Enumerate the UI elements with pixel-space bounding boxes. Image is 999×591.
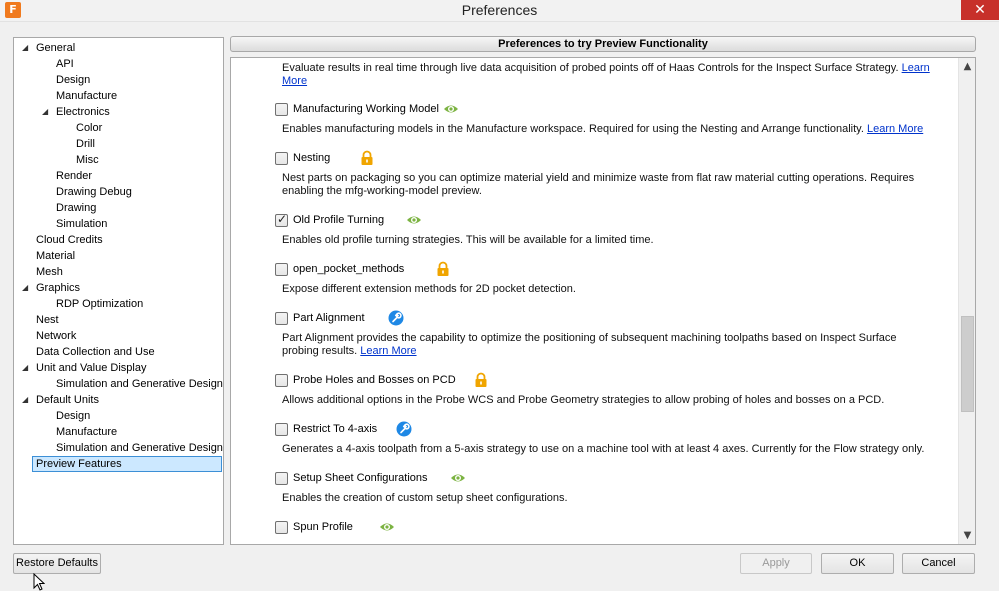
tree-item[interactable]: Render (56, 168, 92, 184)
lock-icon (435, 261, 451, 277)
feature-checkbox[interactable] (275, 312, 288, 325)
tree-expand-icon[interactable]: ◢ (22, 40, 32, 56)
tree-item[interactable]: Design (56, 72, 90, 88)
tree-item[interactable]: Simulation and Generative Design (56, 440, 223, 456)
feature-description-text: Allows additional options in the Probe W… (282, 394, 885, 406)
tree-item[interactable]: Default Units (36, 392, 99, 408)
feature-description-text: Expose different extension methods for 2… (282, 283, 576, 295)
tree-item[interactable]: Drawing (56, 200, 96, 216)
feature-description: Enables manufacturing models in the Manu… (282, 123, 932, 136)
eye-icon (450, 470, 466, 486)
feature-checkbox[interactable] (275, 152, 288, 165)
feature-label[interactable]: Spun Profile (293, 521, 353, 533)
tree-item[interactable]: Mesh (36, 264, 63, 280)
learn-more-link[interactable]: Learn More (867, 123, 923, 135)
feature-checkbox[interactable] (275, 521, 288, 534)
top-description-text: Evaluate results in real time through li… (282, 62, 899, 74)
feature-description-text: Enables manufacturing models in the Manu… (282, 123, 864, 135)
feature-description: Allows additional options in the Probe W… (282, 394, 932, 407)
tree-item[interactable]: Nest (36, 312, 59, 328)
tree-item[interactable]: RDP Optimization (56, 296, 143, 312)
learn-more-link[interactable]: Learn More (360, 345, 416, 357)
feature-description-text: Generates a 4-axis toolpath from a 5-axi… (282, 443, 925, 455)
vertical-scrollbar[interactable]: ▲ ▼ (958, 58, 975, 544)
tree-item[interactable]: Material (36, 248, 75, 264)
eye-icon (406, 212, 422, 228)
restore-defaults-button[interactable]: Restore Defaults (13, 553, 101, 574)
eye-icon (443, 101, 459, 117)
apply-button[interactable]: Apply (740, 553, 812, 574)
feature-description-text: Enables the creation of custom setup she… (282, 492, 568, 504)
feature-label[interactable]: Nesting (293, 152, 330, 164)
tree-item[interactable]: Unit and Value Display (36, 360, 146, 376)
wrench-icon (396, 421, 412, 437)
tree-expand-icon[interactable]: ◢ (22, 280, 32, 296)
feature-label[interactable]: Probe Holes and Bosses on PCD (293, 374, 456, 386)
cancel-button[interactable]: Cancel (902, 553, 975, 574)
top-description: Evaluate results in real time through li… (282, 62, 932, 88)
feature-label[interactable]: open_pocket_methods (293, 263, 404, 275)
feature-checkbox[interactable] (275, 423, 288, 436)
tree-item[interactable]: Misc (76, 152, 99, 168)
feature-checkbox[interactable] (275, 103, 288, 116)
feature-label[interactable]: Part Alignment (293, 312, 365, 324)
tree-item[interactable]: Cloud Credits (36, 232, 103, 248)
feature-description: Enables old profile turning strategies. … (282, 234, 932, 247)
tree-expand-icon[interactable]: ◢ (42, 104, 52, 120)
wrench-icon (388, 310, 404, 326)
feature-label[interactable]: Setup Sheet Configurations (293, 472, 428, 484)
feature-description: Part Alignment provides the capability t… (282, 332, 932, 358)
feature-label[interactable]: Manufacturing Working Model (293, 103, 439, 115)
mouse-cursor-icon (33, 573, 45, 591)
tree-item[interactable]: General (36, 40, 75, 56)
ok-button[interactable]: OK (821, 553, 894, 574)
close-button[interactable]: ✕ (961, 0, 999, 20)
scroll-down-icon[interactable]: ▼ (959, 527, 975, 544)
eye-icon (379, 519, 395, 535)
lock-icon (473, 372, 489, 388)
feature-description-text: Nest parts on packaging so you can optim… (282, 172, 915, 197)
section-header: Preferences to try Preview Functionality (230, 36, 976, 52)
feature-description-text: Enables old profile turning strategies. … (282, 234, 654, 246)
tree-item[interactable]: Drill (76, 136, 95, 152)
window-title: Preferences (461, 2, 538, 18)
feature-checkbox[interactable] (275, 374, 288, 387)
title-bar: F Preferences ✕ (0, 0, 999, 22)
preferences-tree: ◢ General API Design Manufacture ◢ Electronics… (13, 37, 224, 545)
tree-item[interactable]: Simulation and Generative Design (56, 376, 223, 392)
feature-description: Nest parts on packaging so you can optim… (282, 172, 932, 198)
feature-checkbox[interactable] (275, 212, 288, 227)
lock-icon (359, 150, 375, 166)
tree-item[interactable]: Network (36, 328, 76, 344)
tree-item[interactable]: Manufacture (56, 88, 117, 104)
tree-item[interactable]: Data Collection and Use (36, 344, 155, 360)
feature-description: Generates a 4-axis toolpath from a 5-axi… (282, 443, 932, 456)
tree-item[interactable]: Graphics (36, 280, 80, 296)
feature-description: Expose different extension methods for 2… (282, 283, 932, 296)
tree-item[interactable]: Electronics (56, 104, 110, 120)
feature-checkbox[interactable] (275, 263, 288, 276)
tree-item[interactable]: Preview Features (32, 456, 222, 472)
tree-item[interactable]: API (56, 56, 74, 72)
tree-expand-icon[interactable]: ◢ (22, 360, 32, 376)
feature-description: Enables the creation of custom setup she… (282, 492, 932, 505)
tree-item[interactable]: Drawing Debug (56, 184, 132, 200)
scroll-up-icon[interactable]: ▲ (959, 58, 975, 75)
tree-expand-icon[interactable]: ◢ (22, 392, 32, 408)
tree-item[interactable]: Design (56, 408, 90, 424)
tree-item[interactable]: Simulation (56, 216, 107, 232)
tree-item[interactable]: Color (76, 120, 102, 136)
feature-label[interactable]: Old Profile Turning (293, 214, 384, 226)
scroll-thumb[interactable] (961, 316, 974, 412)
feature-label[interactable]: Restrict To 4-axis (293, 423, 377, 435)
tree-item[interactable]: Manufacture (56, 424, 117, 440)
feature-checkbox[interactable] (275, 472, 288, 485)
preview-features-list: Evaluate results in real time through li… (230, 57, 976, 545)
